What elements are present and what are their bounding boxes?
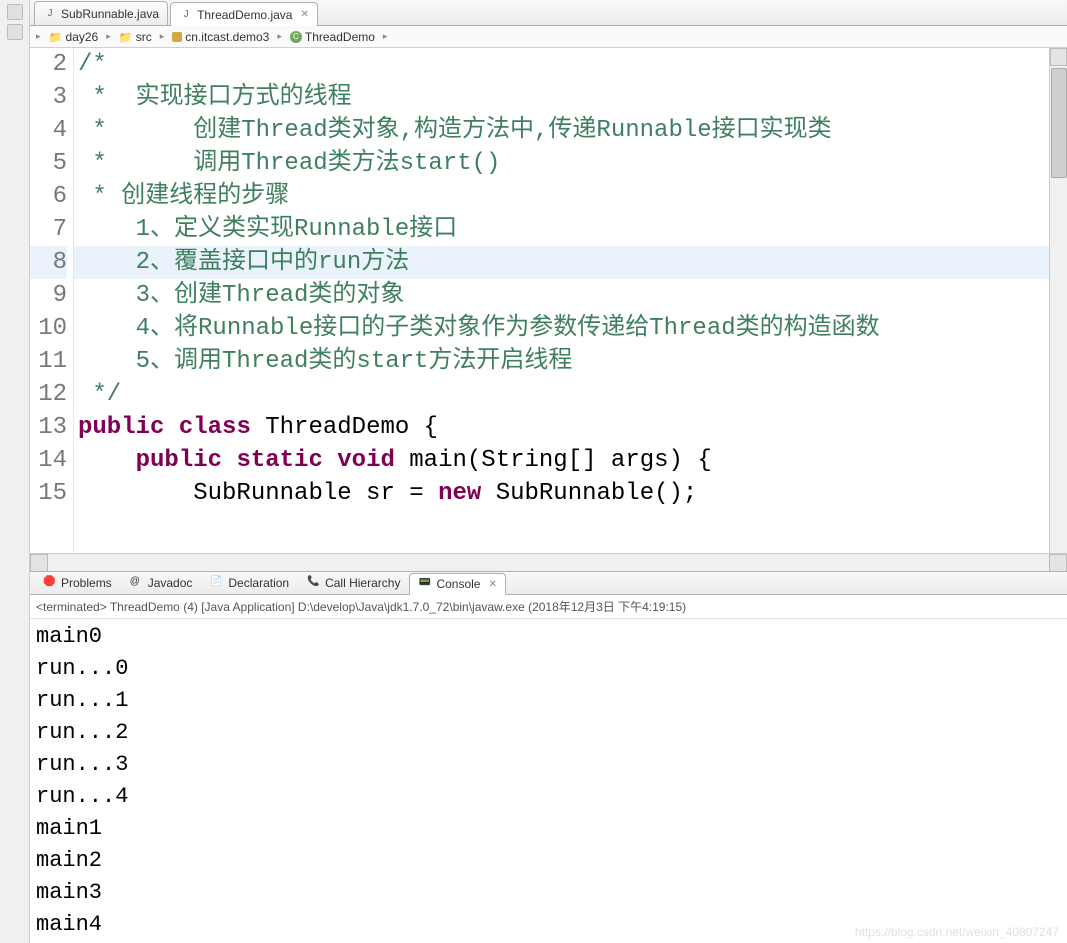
left-gutter bbox=[0, 0, 30, 943]
breadcrumb-package[interactable]: cn.itcast.demo3 bbox=[168, 29, 273, 45]
breadcrumb-label: src bbox=[136, 30, 152, 44]
chevron-right-icon: ▸ bbox=[275, 31, 284, 42]
breadcrumb-label: ThreadDemo bbox=[305, 30, 375, 44]
tab-subrunnable[interactable]: J SubRunnable.java bbox=[34, 1, 168, 25]
breadcrumb: ▸ day26 ▸ src ▸ cn.itcast.demo3 ▸ C Thre… bbox=[30, 26, 1067, 48]
watermark: https://blog.csdn.net/weixin_40807247 bbox=[855, 925, 1059, 939]
bottom-tabbar: 🛑 Problems @ Javadoc 📄 Declaration 📞 Call Hiera… bbox=[30, 571, 1067, 595]
chevron-right-icon[interactable]: ▸ bbox=[34, 31, 43, 42]
breadcrumb-class[interactable]: C ThreadDemo bbox=[286, 29, 379, 45]
console-line: run...0 bbox=[36, 653, 1061, 685]
main-area: J SubRunnable.java J ThreadDemo.java ✕ ▸… bbox=[30, 0, 1067, 943]
close-icon[interactable]: ✕ bbox=[300, 9, 308, 20]
java-file-icon: J bbox=[43, 7, 57, 21]
console-line: main0 bbox=[36, 621, 1061, 653]
editor-tabbar: J SubRunnable.java J ThreadDemo.java ✕ bbox=[30, 0, 1067, 26]
console-line: main3 bbox=[36, 877, 1061, 909]
console-status: <terminated> ThreadDemo (4) [Java Applic… bbox=[30, 595, 1067, 619]
close-icon[interactable]: ✕ bbox=[488, 579, 496, 590]
tab-label: SubRunnable.java bbox=[61, 7, 159, 21]
folder-icon bbox=[49, 30, 63, 44]
code-line[interactable]: /* bbox=[74, 48, 1049, 81]
bottom-tab-label: Console bbox=[436, 577, 480, 591]
line-numbers: 23456789101112131415 bbox=[30, 48, 74, 553]
code-line[interactable]: * 创建Thread类对象,构造方法中,传递Runnable接口实现类 bbox=[74, 114, 1049, 147]
vertical-scrollbar[interactable] bbox=[1049, 48, 1067, 553]
minimize-icon[interactable] bbox=[7, 4, 23, 20]
console-line: run...3 bbox=[36, 749, 1061, 781]
code-line[interactable]: 3、创建Thread类的对象 bbox=[74, 279, 1049, 312]
breadcrumb-label: cn.itcast.demo3 bbox=[185, 30, 269, 44]
call-hierarchy-icon: 📞 bbox=[307, 576, 321, 590]
code-line[interactable]: * 实现接口方式的线程 bbox=[74, 81, 1049, 114]
tab-threaddemo[interactable]: J ThreadDemo.java ✕ bbox=[170, 2, 318, 26]
code-line[interactable]: 1、定义类实现Runnable接口 bbox=[74, 213, 1049, 246]
code-line[interactable]: public class ThreadDemo { bbox=[74, 411, 1049, 444]
chevron-right-icon: ▸ bbox=[381, 31, 390, 42]
scroll-right-icon[interactable] bbox=[1049, 554, 1067, 572]
restore-icon[interactable] bbox=[7, 24, 23, 40]
problems-icon: 🛑 bbox=[43, 576, 57, 590]
class-icon: C bbox=[290, 31, 302, 43]
console-icon: 📟 bbox=[418, 577, 432, 591]
code-content[interactable]: /* * 实现接口方式的线程 * 创建Thread类对象,构造方法中,传递Run… bbox=[74, 48, 1049, 553]
chevron-right-icon: ▸ bbox=[158, 31, 167, 42]
console-line: run...4 bbox=[36, 781, 1061, 813]
code-line[interactable]: * 创建线程的步骤 bbox=[74, 180, 1049, 213]
java-file-icon: J bbox=[179, 8, 193, 22]
declaration-icon: 📄 bbox=[210, 576, 224, 590]
bottom-tab-javadoc[interactable]: @ Javadoc bbox=[121, 572, 202, 594]
console-line: run...1 bbox=[36, 685, 1061, 717]
code-line[interactable]: 5、调用Thread类的start方法开启线程 bbox=[74, 345, 1049, 378]
package-icon bbox=[172, 32, 182, 42]
breadcrumb-project[interactable]: day26 bbox=[45, 29, 103, 45]
code-line[interactable]: public static void main(String[] args) { bbox=[74, 444, 1049, 477]
console-output[interactable]: main0run...0run...1run...2run...3run...4… bbox=[30, 619, 1067, 943]
bottom-tab-declaration[interactable]: 📄 Declaration bbox=[201, 572, 298, 594]
console-line: run...2 bbox=[36, 717, 1061, 749]
code-line[interactable]: SubRunnable sr = new SubRunnable(); bbox=[74, 477, 1049, 510]
code-line[interactable]: * 调用Thread类方法start() bbox=[74, 147, 1049, 180]
console-line: main1 bbox=[36, 813, 1061, 845]
code-editor[interactable]: 23456789101112131415 /* * 实现接口方式的线程 * 创建… bbox=[30, 48, 1067, 553]
bottom-tab-label: Call Hierarchy bbox=[325, 576, 400, 590]
code-line[interactable]: 2、覆盖接口中的run方法 bbox=[74, 246, 1049, 279]
chevron-right-icon: ▸ bbox=[104, 31, 113, 42]
scrollbar-thumb[interactable] bbox=[1051, 68, 1067, 178]
horizontal-scrollbar[interactable] bbox=[30, 553, 1067, 571]
scroll-left-icon[interactable] bbox=[30, 554, 48, 572]
javadoc-icon: @ bbox=[130, 576, 144, 590]
bottom-tab-label: Javadoc bbox=[148, 576, 193, 590]
console-line: main2 bbox=[36, 845, 1061, 877]
bottom-tab-problems[interactable]: 🛑 Problems bbox=[34, 572, 121, 594]
bottom-tab-label: Problems bbox=[61, 576, 112, 590]
folder-icon bbox=[119, 30, 133, 44]
bottom-tab-console[interactable]: 📟 Console ✕ bbox=[409, 573, 505, 595]
code-line[interactable]: 4、将Runnable接口的子类对象作为参数传递给Thread类的构造函数 bbox=[74, 312, 1049, 345]
breadcrumb-label: day26 bbox=[66, 30, 99, 44]
breadcrumb-src[interactable]: src bbox=[115, 29, 156, 45]
bottom-tab-label: Declaration bbox=[228, 576, 289, 590]
bottom-tab-call-hierarchy[interactable]: 📞 Call Hierarchy bbox=[298, 572, 409, 594]
scroll-up-icon[interactable] bbox=[1050, 48, 1067, 66]
tab-label: ThreadDemo.java bbox=[197, 8, 292, 22]
code-line[interactable]: */ bbox=[74, 378, 1049, 411]
